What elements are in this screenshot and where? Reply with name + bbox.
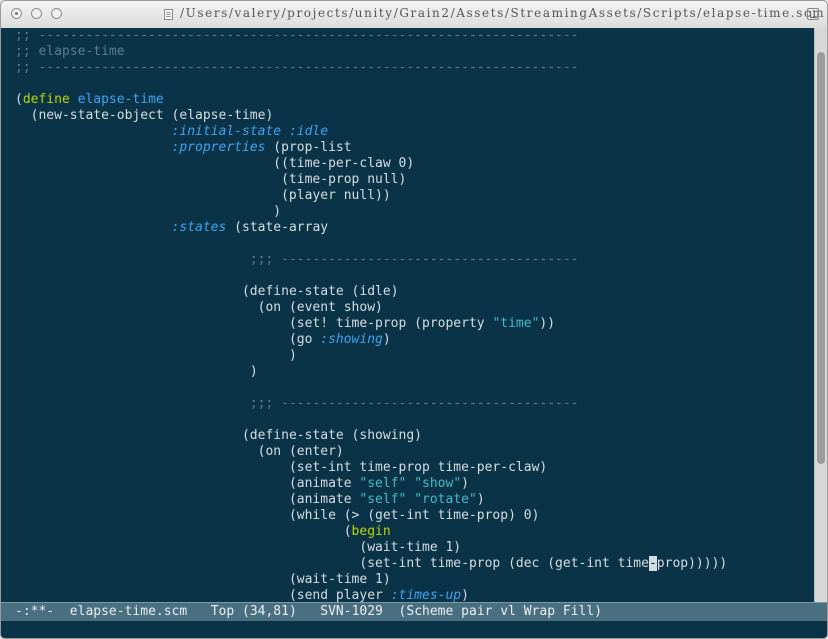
code-token: ((time-per-claw 0): [273, 156, 415, 171]
keyword-symbol: :times-up: [390, 588, 462, 602]
code-token: ): [249, 364, 258, 379]
string-literal: "self": [359, 476, 407, 491]
code-token: (while (> (get-int time-prop) 0): [288, 508, 540, 523]
code-token: )): [539, 316, 556, 331]
code-token: (send player: [288, 588, 391, 602]
code-token: ): [273, 204, 282, 219]
code-token: (animate: [288, 476, 360, 491]
code-token: prop))))): [656, 556, 728, 571]
code-token: ): [461, 476, 469, 491]
code-text[interactable]: ;; -------------------------------------…: [15, 28, 727, 602]
string-literal: "rotate": [414, 492, 477, 507]
keyword-symbol: :initial-state :idle: [171, 124, 329, 139]
code-token: (new-state-object (elapse-time): [30, 108, 274, 123]
code-token: ): [461, 588, 469, 602]
text-cursor: -: [648, 556, 657, 571]
modeline-buffer-name: elapse-time.scm: [69, 604, 188, 619]
modeline-modes: (Scheme pair vl Wrap Fill): [398, 604, 603, 619]
document-icon[interactable]: [164, 9, 173, 20]
zoom-button-icon[interactable]: [51, 8, 62, 19]
string-literal: "self": [359, 492, 407, 507]
code-token: (prop-list: [273, 140, 352, 155]
keyword-begin: begin: [351, 524, 391, 539]
code-token: ): [476, 492, 485, 507]
code-token: (set-int time-prop (dec (get-int time: [359, 556, 649, 571]
code-token: (animate: [288, 492, 360, 507]
editor-buffer[interactable]: ;; -------------------------------------…: [1, 28, 814, 602]
code-token: ): [288, 348, 297, 363]
keyword-symbol: :proprerties: [171, 140, 266, 155]
comment-rule: ;; -------------------------------------…: [15, 60, 579, 75]
code-token: (on (event show): [257, 300, 383, 315]
toolbar-toggle-icon[interactable]: [807, 8, 819, 20]
string-literal: "show": [414, 476, 462, 491]
modeline-status: -:**-: [15, 604, 55, 619]
close-button-icon[interactable]: [11, 8, 22, 19]
title-bar[interactable]: /Users/valery/projects/unity/Grain2/Asse…: [1, 1, 827, 29]
code-token: (on (enter): [257, 444, 344, 459]
comment-title: ;; elapse-time: [15, 44, 125, 59]
modeline-vcs: SVN-1029: [320, 604, 383, 619]
code-token: (player null)): [281, 188, 391, 203]
modeline-position: Top (34,81): [210, 604, 297, 619]
minibuffer[interactable]: [1, 621, 827, 638]
code-token: (state-array: [234, 220, 329, 235]
code-token: (set-int time-prop time-per-claw): [288, 460, 548, 475]
string-literal: "time": [492, 316, 540, 331]
keyword-symbol: :showing: [320, 332, 383, 347]
code-token: (set! time-prop (property: [288, 316, 493, 331]
keyword-define: define: [22, 92, 70, 107]
comment-rule: ;; -------------------------------------…: [15, 28, 579, 43]
code-token: (wait-time 1): [359, 540, 462, 555]
comment-rule: ;;; ------------------------------------…: [249, 396, 579, 411]
vertical-scrollbar[interactable]: [814, 28, 827, 602]
code-token: ): [382, 332, 391, 347]
emacs-window: /Users/valery/projects/unity/Grain2/Asse…: [0, 0, 828, 639]
minimize-button-icon[interactable]: [31, 8, 42, 19]
scrollbar-thumb[interactable]: [817, 52, 825, 464]
window-title: /Users/valery/projects/unity/Grain2/Asse…: [180, 6, 826, 20]
code-token: (define-state (idle): [241, 284, 399, 299]
code-token: (go: [288, 332, 321, 347]
code-token: (define-state (showing): [241, 428, 422, 443]
keyword-symbol: :states: [171, 220, 227, 235]
code-token: (time-prop null): [281, 172, 407, 187]
comment-rule: ;;; ------------------------------------…: [249, 252, 579, 267]
code-token: (wait-time 1): [288, 572, 391, 587]
function-name: elapse-time: [77, 92, 164, 107]
mode-line: -:**- elapse-time.scm Top (34,81) SVN-10…: [1, 602, 827, 621]
